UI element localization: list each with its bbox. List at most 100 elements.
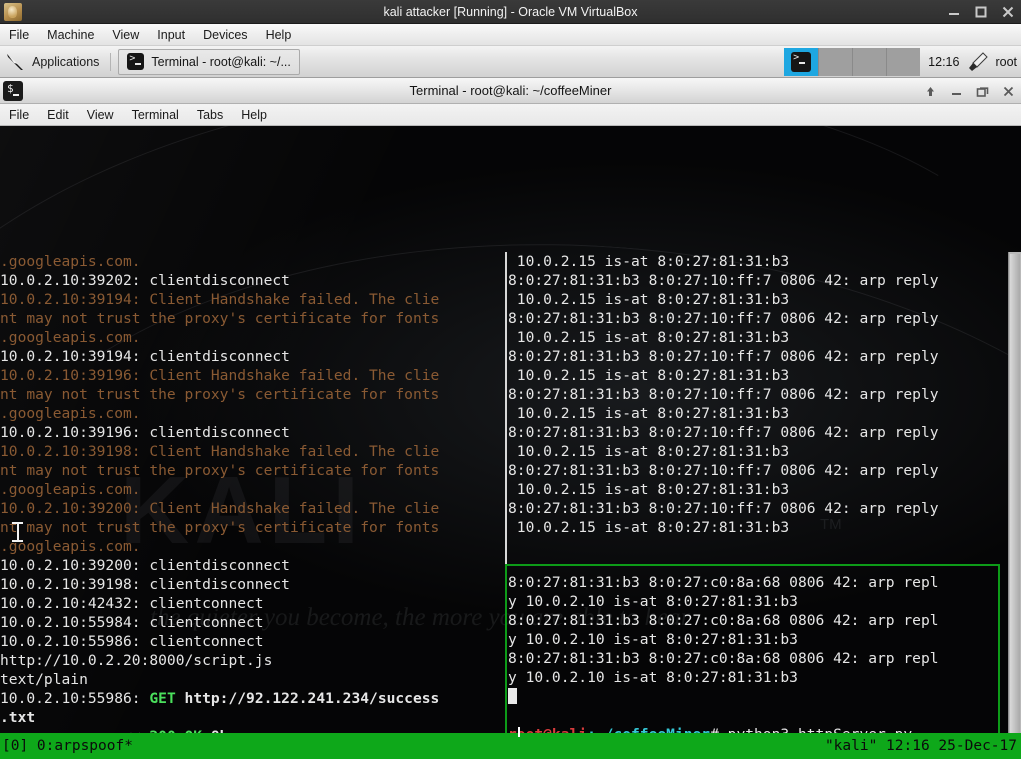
kali-dragon-icon [4,51,26,73]
mitmproxy-log-line: 10.0.2.10:39198: Client Handshake failed… [0,442,502,461]
restore-icon[interactable] [975,84,990,99]
menu-file[interactable]: File [0,24,38,46]
mitmproxy-log-line: text/plain [0,670,502,689]
arpspoof-line: 8:0:27:81:31:b3 8:0:27:10:ff:7 0806 42: … [508,461,1008,480]
clock[interactable]: 12:16 [920,55,967,69]
terminal-text: 8:0:27:81:31:b3 8:0:27:10:ff:7 0806 42: … [508,462,939,479]
virtualbox-window-controls [947,0,1015,24]
terminal-text: .txt [0,709,35,726]
arpspoof-line: 8:0:27:81:31:b3 8:0:27:10:ff:7 0806 42: … [508,271,1008,290]
arpspoof-line: 10.0.2.15 is-at 8:0:27:81:31:b3 [508,328,1008,347]
arrow-up-icon[interactable] [923,84,938,99]
terminal-text: 10.0.2.15 is-at 8:0:27:81:31:b3 [508,253,789,270]
maximize-icon[interactable] [974,5,988,19]
terminal-menu-tabs[interactable]: Tabs [188,104,232,126]
httpserver-pane[interactable]: 8:0:27:81:31:b3 8:0:27:c0:8a:68 0806 42:… [508,573,1008,759]
terminal-scrollbar[interactable] [1008,252,1021,759]
user-label[interactable]: root [989,55,1021,69]
terminal-text: .googleapis.com. [0,481,141,498]
minimize-icon[interactable] [949,84,964,99]
terminal-text: http://10.0.2.20:8000/script.js [0,652,272,669]
pane-divider-vertical[interactable] [505,252,507,564]
terminal-titlebar: Terminal - root@kali: ~/coffeeMiner [0,78,1021,104]
terminal-text: 10.0.2.10:55986: clientconnect [0,633,264,650]
terminal-text: .googleapis.com. [0,538,141,555]
tmux-window-list[interactable]: [0] 0:arpspoof* [0,738,133,754]
menu-devices[interactable]: Devices [194,24,256,46]
terminal-text: .googleapis.com. [0,405,141,422]
menu-view[interactable]: View [103,24,148,46]
arpspoof-line: y 10.0.2.10 is-at 8:0:27:81:31:b3 [508,630,1008,649]
kali-taskbar: Applications Terminal - root@kali: ~/...… [0,46,1021,78]
applications-button[interactable]: Applications [0,46,107,78]
mitmproxy-log-line: 10.0.2.10:39194: Client Handshake failed… [0,290,502,309]
terminal-text: text/plain [0,671,88,688]
arpspoof-line: 10.0.2.15 is-at 8:0:27:81:31:b3 [508,518,1008,537]
terminal-menu-file[interactable]: File [0,104,38,126]
terminal-text: http://92.122.241.234/success [185,690,440,707]
terminal-text: 10.0.2.10:39200: clientdisconnect [0,557,290,574]
close-icon[interactable] [1001,5,1015,19]
virtualbox-titlebar: kali attacker [Running] - Oracle VM Virt… [0,0,1021,24]
arpspoof-line: 8:0:27:81:31:b3 8:0:27:10:ff:7 0806 42: … [508,423,1008,442]
tray-item-terminal[interactable] [784,48,818,76]
menu-help[interactable]: Help [257,24,301,46]
mitmproxy-log-line: .googleapis.com. [0,404,502,423]
terminal-menu-view[interactable]: View [78,104,123,126]
terminal-text: 10.0.2.15 is-at 8:0:27:81:31:b3 [508,367,789,384]
minimize-icon[interactable] [947,5,961,19]
terminal-text: .googleapis.com. [0,253,141,270]
arpspoof-output-pane[interactable]: 10.0.2.15 is-at 8:0:27:81:31:b38:0:27:81… [508,252,1008,564]
terminal-text: .googleapis.com. [0,329,141,346]
terminal-text: nt may not trust the proxy's certificate… [0,519,439,536]
tray-slot-1[interactable] [818,48,852,76]
pane-divider-left-active[interactable] [505,564,507,759]
terminal-icon [127,53,144,70]
brush-icon[interactable] [967,50,989,74]
terminal-text: 8:0:27:81:31:b3 8:0:27:10:ff:7 0806 42: … [508,348,939,365]
mitmproxy-log-line: 10.0.2.10:42432: clientconnect [0,594,502,613]
terminal-text: y 10.0.2.10 is-at 8:0:27:81:31:b3 [508,593,798,610]
pane-divider-horizontal-active[interactable] [506,564,1000,566]
arpspoof-line: 8:0:27:81:31:b3 8:0:27:10:ff:7 0806 42: … [508,385,1008,404]
terminal-text: 8:0:27:81:31:b3 8:0:27:c0:8a:68 0806 42:… [508,650,939,667]
terminal-text: nt may not trust the proxy's certificate… [0,462,439,479]
arpspoof-line: 8:0:27:81:31:b3 8:0:27:10:ff:7 0806 42: … [508,309,1008,328]
mitmproxy-log-line: .txt [0,708,502,727]
terminal-text: 10.0.2.15 is-at 8:0:27:81:31:b3 [508,405,789,422]
arpspoof-line: 10.0.2.15 is-at 8:0:27:81:31:b3 [508,366,1008,385]
taskbar-divider [110,53,111,71]
terminal-menu-terminal[interactable]: Terminal [123,104,188,126]
scrollbar-thumb[interactable] [1010,254,1020,759]
taskbar-window-terminal[interactable]: Terminal - root@kali: ~/... [118,49,299,75]
mitmproxy-log-pane[interactable]: .googleapis.com.10.0.2.10:39202: clientd… [0,252,502,759]
terminal-blank-line [508,706,1008,725]
terminal-text: 10.0.2.10:55986: [0,690,149,707]
terminal-text: y 10.0.2.10 is-at 8:0:27:81:31:b3 [508,631,798,648]
terminal-text: 10.0.2.10:39200: Client Handshake failed… [0,500,439,517]
terminal-content[interactable]: KALI TM the quieter you become, the more… [0,126,1021,759]
terminal-text: nt may not trust the proxy's certificate… [0,386,439,403]
terminal-text: 10.0.2.10:55984: clientconnect [0,614,264,631]
terminal-menu-help[interactable]: Help [232,104,276,126]
mitmproxy-log-line: 10.0.2.10:55986: clientconnect [0,632,502,651]
menu-input[interactable]: Input [148,24,194,46]
mitmproxy-log-line: nt may not trust the proxy's certificate… [0,461,502,480]
tray-slot-3[interactable] [886,48,920,76]
menu-machine[interactable]: Machine [38,24,103,46]
terminal-text: 10.0.2.15 is-at 8:0:27:81:31:b3 [508,519,789,536]
mitmproxy-log-line: 10.0.2.10:39198: clientdisconnect [0,575,502,594]
arpspoof-line: 10.0.2.15 is-at 8:0:27:81:31:b3 [508,252,1008,271]
terminal-text: GET [149,690,184,707]
arpspoof-line: 8:0:27:81:31:b3 8:0:27:c0:8a:68 0806 42:… [508,611,1008,630]
tmux-status-bar: [0] 0:arpspoof* "kali" 12:16 25-Dec-17 [0,733,1021,759]
tray-slot-2[interactable] [852,48,886,76]
close-icon[interactable] [1001,84,1016,99]
tmux-cursor-tick [518,727,520,737]
terminal-menu-edit[interactable]: Edit [38,104,78,126]
terminal-text: 8:0:27:81:31:b3 8:0:27:10:ff:7 0806 42: … [508,386,939,403]
terminal-window-title: Terminal - root@kali: ~/coffeeMiner [0,78,1021,104]
virtualbox-logo-icon [4,3,22,21]
terminal-text: 10.0.2.10:39196: Client Handshake failed… [0,367,439,384]
terminal-text: 10.0.2.10:39196: clientdisconnect [0,424,290,441]
